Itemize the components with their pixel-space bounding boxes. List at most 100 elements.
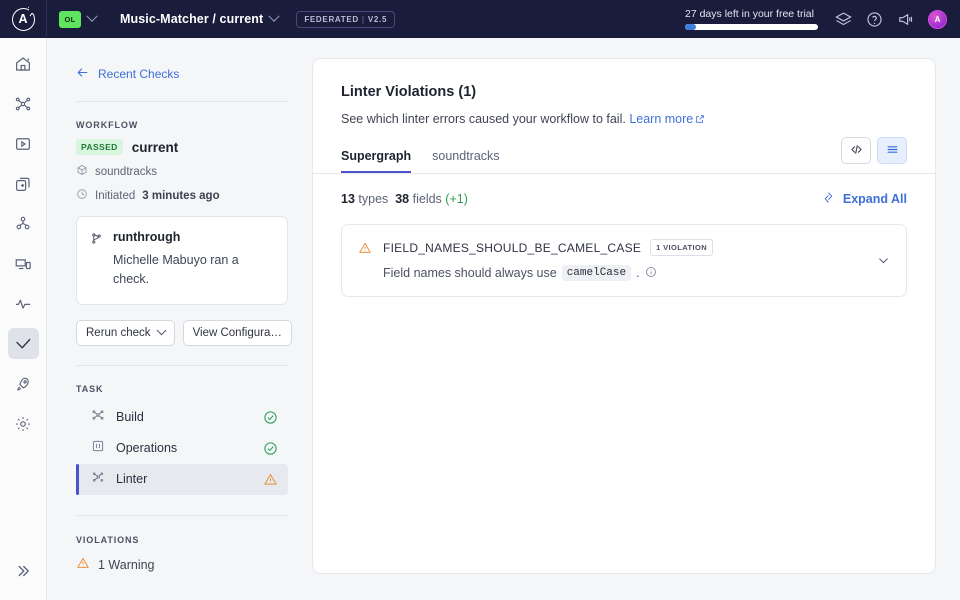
subgraphs-icon [14, 215, 32, 233]
gear-icon [14, 415, 32, 433]
card-description: See which linter errors caused your work… [341, 112, 908, 126]
types-count: 13 [341, 192, 355, 206]
violations-summary-text: 1 Warning [98, 558, 155, 572]
sidebar-item-explorer[interactable] [8, 128, 39, 159]
org-badge[interactable]: OL [59, 11, 81, 28]
task-label-build: Build [116, 410, 144, 424]
tab-soundtracks[interactable]: soundtracks [432, 149, 499, 173]
top-bar-icons: A [835, 10, 947, 29]
chevron-double-right-icon [14, 562, 32, 580]
violation-expand-chevron-down-icon[interactable] [877, 254, 890, 267]
violation-description-suffix: . [636, 266, 639, 280]
expand-collapse-icon [822, 191, 835, 207]
initiated-value: 3 minutes ago [142, 190, 219, 202]
top-bar: A OL Music-Matcher / current FEDERATED|V… [0, 0, 960, 38]
info-icon[interactable] [645, 266, 657, 281]
sidebar-item-settings[interactable] [8, 408, 39, 439]
operations-icon [91, 439, 105, 458]
external-link-icon [693, 112, 705, 126]
federated-badge: FEDERATED|V2.5 [296, 11, 395, 28]
check-icon [14, 335, 32, 353]
expand-all-button[interactable]: Expand All [822, 191, 907, 207]
panel-divider-tasks [76, 365, 288, 366]
graph-chevron-down-icon[interactable] [269, 11, 280, 22]
play-box-icon [14, 135, 32, 153]
list-view-button[interactable] [877, 137, 907, 164]
view-toggle-group [841, 137, 907, 164]
sidebar-item-contracts[interactable] [8, 168, 39, 199]
expand-navigation-button[interactable] [8, 555, 39, 586]
violation-code-chip: camelCase [562, 265, 631, 281]
graph-nodes-icon [14, 95, 32, 113]
task-item-build[interactable]: Build [76, 402, 288, 433]
status-badge: PASSED [76, 139, 123, 155]
learn-more-link[interactable]: Learn more [629, 112, 705, 126]
check-detail-panel: Recent Checks WORKFLOW PASSED current so… [47, 38, 312, 600]
activity-pulse-icon [14, 295, 32, 313]
rerun-check-label: Rerun check [86, 327, 151, 339]
avatar[interactable]: A [928, 10, 947, 29]
help-icon[interactable] [866, 11, 883, 28]
violation-rule-content: FIELD_NAMES_SHOULD_BE_CAMEL_CASE 1 VIOLA… [383, 239, 713, 281]
variant-row: soundtracks [76, 164, 288, 179]
initiated-row: Initiated 3 minutes ago [76, 188, 288, 203]
fields-label: fields [413, 192, 442, 206]
sidebar-item-home[interactable] [8, 48, 39, 79]
code-view-button[interactable] [841, 137, 871, 164]
panel-actions: Rerun check View Configura… [76, 320, 288, 346]
sidebar-item-checks[interactable] [8, 328, 39, 359]
git-branch-icon [90, 230, 103, 250]
violations-section-label: VIOLATIONS [76, 535, 288, 545]
apollo-logo[interactable]: A [0, 0, 47, 38]
sidebar-item-clients[interactable] [8, 248, 39, 279]
violation-rule-description: Field names should always use camelCase … [383, 265, 713, 281]
card-description-text: See which linter errors caused your work… [341, 112, 626, 126]
schema-summary-row: 13 types 38 fields (+1) Expand All [313, 174, 935, 207]
trial-status: 27 days left in your free trial [685, 8, 818, 30]
workflow-name: current [132, 140, 179, 155]
run-branch-name: runthrough [113, 230, 180, 244]
graph-title: Music-Matcher / current [120, 12, 263, 26]
violation-rule-row[interactable]: FIELD_NAMES_SHOULD_BE_CAMEL_CASE 1 VIOLA… [341, 224, 907, 297]
package-icon [76, 164, 88, 179]
code-icon [850, 143, 863, 159]
status-success-icon [263, 410, 278, 425]
view-configuration-button[interactable]: View Configura… [183, 320, 292, 346]
layers-icon[interactable] [835, 11, 852, 28]
linter-icon [91, 470, 105, 489]
org-chevron-down-icon[interactable] [86, 11, 97, 22]
card-header: Linter Violations (1) See which linter e… [313, 59, 935, 126]
build-icon [91, 408, 105, 427]
task-item-linter[interactable]: Linter [76, 464, 288, 495]
panel-divider-violations [76, 515, 288, 516]
violation-count-badge: 1 VIOLATION [650, 239, 713, 256]
federated-badge-label: FEDERATED [304, 15, 359, 24]
trial-label: 27 days left in your free trial [685, 8, 814, 20]
chevron-down-icon [156, 326, 166, 336]
view-configuration-label: View Configura… [193, 327, 282, 339]
list-icon [886, 143, 899, 159]
run-description: Michelle Mabuyo ran a check. [113, 251, 275, 290]
violations-summary-row[interactable]: 1 Warning [76, 556, 288, 575]
sidebar-item-insights[interactable] [8, 288, 39, 319]
icon-rail [0, 38, 47, 600]
tab-supergraph[interactable]: Supergraph [341, 149, 411, 173]
sidebar-item-subgraphs[interactable] [8, 208, 39, 239]
fields-count: 38 [395, 192, 409, 206]
megaphone-icon[interactable] [897, 11, 914, 28]
back-to-recent-checks-link[interactable]: Recent Checks [76, 66, 288, 82]
warning-icon [358, 239, 372, 260]
trial-progress-fill [685, 24, 696, 30]
sidebar-item-launches[interactable] [8, 368, 39, 399]
rerun-check-button[interactable]: Rerun check [76, 320, 175, 346]
warning-icon [76, 556, 90, 575]
devices-icon [14, 255, 32, 273]
task-section-label: TASK [76, 384, 288, 394]
page-title: Linter Violations (1) [341, 84, 908, 100]
federated-badge-separator: | [362, 15, 365, 24]
task-list: Build Operations [76, 402, 288, 495]
task-item-operations[interactable]: Operations [76, 433, 288, 464]
run-description-wrap: Michelle Mabuyo ran a check. [90, 251, 275, 290]
sidebar-item-schema[interactable] [8, 88, 39, 119]
linter-violations-card: Linter Violations (1) See which linter e… [312, 58, 936, 574]
